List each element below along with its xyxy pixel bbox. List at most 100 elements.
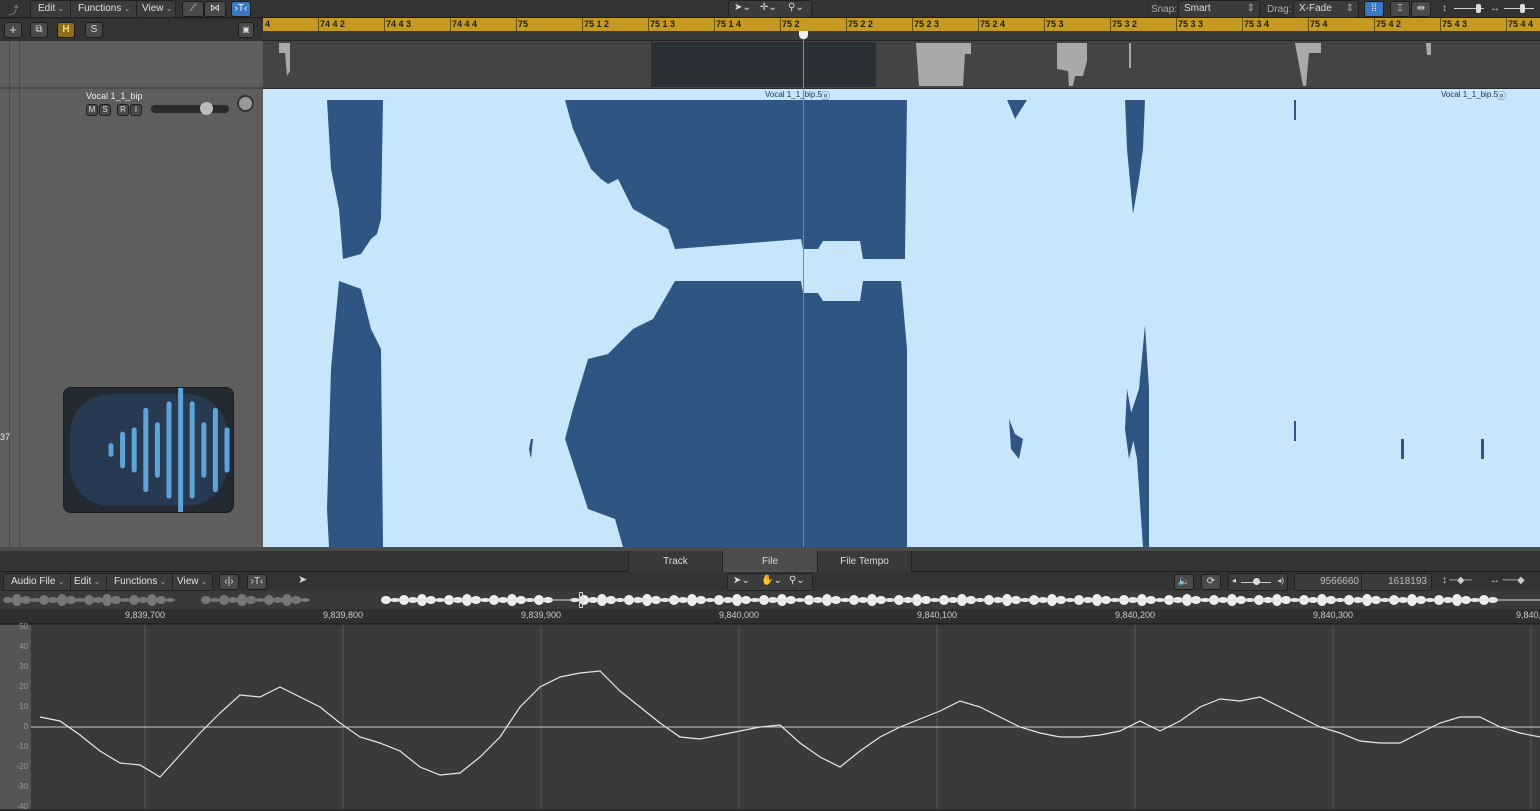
add-track-button[interactable]: + bbox=[4, 22, 22, 38]
ruler-tick bbox=[1242, 18, 1243, 31]
menu-editor-edit[interactable]: Edit bbox=[68, 574, 108, 590]
readout-position: 9566660 bbox=[1320, 576, 1359, 587]
horizontal-zoom-slider[interactable]: ↔ bbox=[1490, 3, 1540, 15]
snap-select[interactable]: Smart ⇕ bbox=[1178, 0, 1260, 18]
speaker-icon[interactable]: 🔈 bbox=[1174, 574, 1194, 590]
overview-blob bbox=[264, 595, 274, 605]
ruler-tick-label: 75 4 2 bbox=[1376, 19, 1402, 29]
menu-editor-functions[interactable]: Functions bbox=[108, 574, 174, 590]
fader-tool-icon[interactable]: ⚲⌄ bbox=[788, 2, 804, 13]
ruler-tick-label: 74 4 4 bbox=[452, 19, 478, 29]
ruler-tick-label: 75 1 2 bbox=[584, 19, 610, 29]
duplicate-track-button[interactable]: ⧉ bbox=[30, 22, 48, 38]
drag-select[interactable]: X-Fade ⇕ bbox=[1293, 0, 1359, 18]
ruler-tick bbox=[978, 18, 979, 31]
overview-blob bbox=[30, 598, 40, 602]
region-waveform bbox=[327, 100, 1484, 547]
ruler-tick bbox=[318, 18, 319, 31]
volume-knob[interactable] bbox=[199, 102, 213, 115]
vertical-fit-icon[interactable]: ⌶ bbox=[1390, 1, 1410, 17]
overview-blob bbox=[147, 594, 157, 606]
ruler-tick bbox=[1374, 18, 1375, 31]
horizontal-fit-icon[interactable]: ⇹ bbox=[1411, 1, 1431, 17]
overview-blob bbox=[12, 594, 22, 606]
global-tracks-button[interactable]: ▣ bbox=[238, 22, 254, 38]
overview-blob bbox=[111, 596, 121, 604]
overview-blob bbox=[210, 598, 220, 602]
editor-catch-icon[interactable]: ›T‹ bbox=[247, 574, 267, 590]
hand-tool-icon[interactable]: ✋⌄ bbox=[761, 575, 782, 586]
loop-icon[interactable]: ⟳ bbox=[1201, 574, 1221, 590]
record-enable-button[interactable]: R bbox=[117, 104, 129, 116]
hide-button[interactable]: H bbox=[57, 22, 75, 38]
zoom-tool-icon[interactable]: ⚲⌄ bbox=[789, 575, 805, 586]
menu-edit[interactable]: Edit bbox=[32, 1, 72, 17]
playhead-handle[interactable] bbox=[799, 31, 808, 39]
snap-value: Smart bbox=[1184, 3, 1211, 14]
ruler-tick-label: 74 4 2 bbox=[320, 19, 346, 29]
ruler-tick bbox=[780, 18, 781, 31]
file-overview-waveform bbox=[3, 594, 1540, 606]
snap-label: Snap: bbox=[1151, 4, 1178, 15]
ruler-tick bbox=[1308, 18, 1309, 31]
menu-audio-file[interactable]: Audio File bbox=[5, 574, 72, 590]
overview-blob bbox=[57, 594, 67, 606]
pointer-tool-icon[interactable]: ➤⌄ bbox=[733, 575, 750, 586]
menu-view[interactable]: View bbox=[136, 1, 178, 17]
sample-ruler[interactable] bbox=[0, 609, 1540, 624]
flex-icon[interactable]: ‹|› bbox=[219, 574, 239, 590]
ruler-lower-strip[interactable] bbox=[263, 31, 1540, 41]
track-name[interactable]: Vocal 1_1_bip bbox=[86, 91, 143, 101]
overview-blob bbox=[138, 597, 148, 603]
amplitude-tick-label: -30 bbox=[16, 782, 28, 791]
drag-value: X-Fade bbox=[1299, 3, 1332, 14]
menu-functions[interactable]: Functions bbox=[72, 1, 138, 17]
overview-blob bbox=[291, 596, 301, 604]
input-monitor-button[interactable]: I bbox=[130, 104, 142, 116]
ruler-tick bbox=[1044, 18, 1045, 31]
position-readout: 9566660 1618193 bbox=[1294, 573, 1432, 591]
tab-track[interactable]: Track bbox=[628, 551, 723, 572]
crossfade-icon[interactable]: ⋈ bbox=[204, 1, 226, 17]
ruler-tick bbox=[1506, 18, 1507, 31]
crosshair-tool-icon[interactable]: ✛⌄ bbox=[760, 2, 777, 13]
mouse-cursor: ➤ bbox=[298, 574, 308, 586]
volume-slider[interactable] bbox=[151, 102, 229, 115]
visible-range-marker[interactable] bbox=[579, 592, 583, 608]
back-icon[interactable]: ⤴ bbox=[8, 2, 19, 18]
ruler-tick bbox=[714, 18, 715, 31]
overview-blob bbox=[39, 595, 49, 605]
editor-horizontal-zoom[interactable]: ↔ ──◆ bbox=[1490, 575, 1525, 586]
ruler-tick bbox=[1176, 18, 1177, 31]
speaker-loud-icon: ◂) bbox=[1277, 576, 1284, 585]
tab-file-tempo[interactable]: File Tempo bbox=[818, 551, 912, 572]
sample-tick-label: 9,840,100 bbox=[916, 610, 958, 620]
ruler-tick bbox=[1110, 18, 1111, 31]
mute-button[interactable]: M bbox=[86, 104, 98, 116]
playhead[interactable] bbox=[803, 31, 804, 547]
sample-tick-label: 9,839,900 bbox=[520, 610, 562, 620]
track-solo-button[interactable]: S bbox=[99, 104, 111, 116]
track-number: 37 bbox=[0, 432, 11, 442]
automation-icon[interactable]: ⟋ bbox=[182, 1, 204, 17]
overview-blob bbox=[246, 596, 256, 604]
ruler-tick-label: 75 3 4 bbox=[1244, 19, 1270, 29]
ruler-tick-label: 75 3 2 bbox=[1112, 19, 1138, 29]
catch-playhead-icon[interactable]: ›T‹ bbox=[231, 1, 251, 17]
ruler-tick bbox=[516, 18, 517, 31]
pointer-tool-icon[interactable]: ➤⌄ bbox=[734, 2, 751, 13]
tab-file[interactable]: File bbox=[723, 551, 818, 572]
overview-blob bbox=[300, 598, 310, 602]
editor-vertical-zoom[interactable]: ↕ ─◆─ bbox=[1442, 575, 1472, 586]
preview-volume-slider[interactable]: ◂ ◂) bbox=[1228, 573, 1288, 591]
vertical-zoom-slider[interactable]: ↕ bbox=[1442, 3, 1488, 15]
amplitude-tick-label: 30 bbox=[19, 662, 28, 671]
pan-knob[interactable] bbox=[237, 95, 254, 112]
solo-button[interactable]: S bbox=[85, 22, 103, 38]
track-icon-audio-waveform bbox=[63, 384, 253, 516]
ruler-tick-label: 74 4 3 bbox=[386, 19, 412, 29]
menu-editor-view[interactable]: View bbox=[171, 574, 213, 590]
ruler-tick-label: 75 2 2 bbox=[848, 19, 874, 29]
bar-ruler[interactable]: 4 74 4 2 74 4 3 74 4 4 75 75 1 2 75 1 3 75 1 4 7… bbox=[263, 18, 1540, 31]
waveform-zoom-icon[interactable]: ⁞⁞ bbox=[1364, 1, 1384, 17]
